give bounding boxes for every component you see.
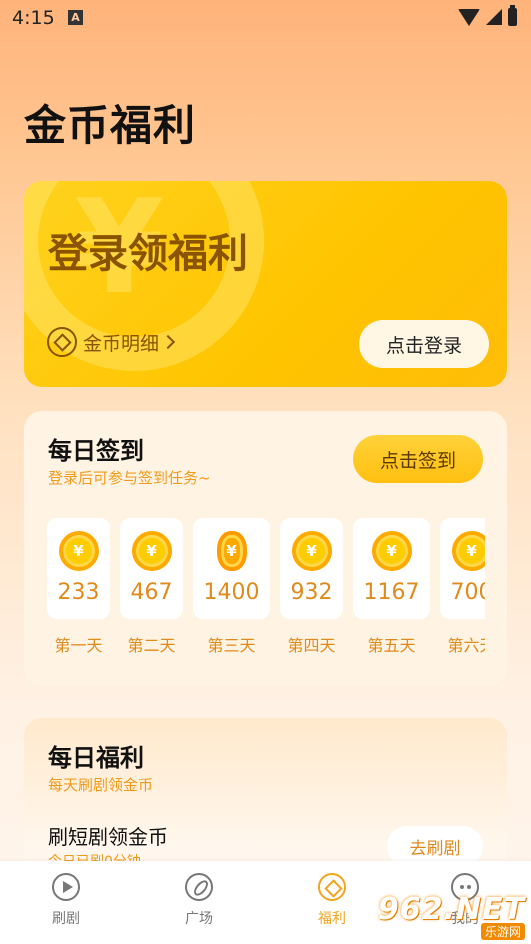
watch-drama-button[interactable]: 去刷剧	[387, 826, 483, 866]
login-heading: 登录领福利	[48, 231, 248, 277]
page-title: 金币福利	[24, 101, 197, 150]
checkin-day: ¥ 932 第四天	[280, 518, 343, 656]
coin-icon: ¥	[58, 531, 99, 571]
login-button[interactable]: 点击登录	[359, 320, 489, 368]
play-icon	[52, 873, 80, 901]
checkin-day: ¥ 233 第一天	[47, 518, 110, 656]
day-value: 932	[290, 580, 333, 605]
coin-icon: ¥	[131, 531, 172, 571]
nav-item-welfare[interactable]: 福利	[292, 873, 372, 928]
task-title: 刷短剧领金币	[48, 825, 168, 849]
day-label: 第五天	[367, 636, 416, 655]
nav-label: 广场	[185, 911, 213, 927]
status-bar: 4:15 A	[0, 0, 531, 38]
status-time: 4:15	[12, 7, 55, 29]
checkin-day: ¥ 700 第六天	[440, 518, 485, 656]
checkin-day: ¥ 467 第二天	[120, 518, 183, 656]
coin-icon: ¥	[371, 531, 412, 571]
day-tile: ¥ 932	[280, 518, 343, 619]
day-value: 700	[450, 580, 486, 605]
day-value: 1167	[363, 580, 420, 605]
day-label: 第四天	[287, 636, 336, 655]
checkin-day: ¥ 1400 第三天	[193, 518, 270, 656]
status-icons	[458, 5, 517, 26]
chevron-right-icon	[160, 334, 176, 350]
day-label: 第一天	[54, 636, 103, 655]
day-tile: ¥ 467	[120, 518, 183, 619]
watermark-logo: 962.NET 乐游网	[378, 892, 525, 940]
coin-icon	[47, 327, 77, 357]
checkin-button[interactable]: 点击签到	[353, 435, 483, 483]
checkin-subtitle: 登录后可参与签到任务~	[48, 469, 211, 487]
nav-item-drama[interactable]: 刷剧	[26, 873, 106, 928]
day-label: 第二天	[127, 636, 176, 655]
checkin-card: 每日签到 登录后可参与签到任务~ 点击签到 ¥ 233 第一天 ¥ 467 第二…	[24, 411, 507, 686]
coin-icon: ¥	[216, 531, 247, 571]
checkin-days-row[interactable]: ¥ 233 第一天 ¥ 467 第二天 ¥ 1400 第三天 ¥ 932 第四天	[47, 518, 485, 668]
signal-icon	[486, 9, 502, 25]
day-tile: ¥ 1400	[193, 518, 270, 619]
compass-icon	[185, 873, 213, 901]
nav-label: 刷剧	[52, 911, 80, 927]
watermark-sub: 乐游网	[480, 923, 525, 940]
welfare-subtitle: 每天刷剧领金币	[48, 776, 154, 794]
checkin-title: 每日签到	[48, 437, 144, 465]
nav-item-square[interactable]: 广场	[159, 873, 239, 928]
watermark-main: 962.NET	[377, 892, 525, 927]
coin-detail-link[interactable]: 金币明细	[47, 327, 176, 357]
day-label: 第三天	[207, 636, 256, 655]
day-value: 1400	[203, 580, 260, 605]
welfare-title: 每日福利	[48, 744, 144, 772]
battery-icon	[508, 5, 517, 26]
day-tile: ¥ 233	[47, 518, 110, 619]
login-card: ¥ 登录领福利 金币明细 点击登录	[24, 181, 507, 387]
nav-label: 福利	[318, 911, 346, 927]
wifi-icon	[458, 8, 480, 26]
coin-detail-label: 金币明细	[83, 332, 160, 355]
coin-icon: ¥	[291, 531, 332, 571]
day-tile: ¥ 700	[440, 518, 485, 619]
day-value: 467	[130, 580, 173, 605]
day-tile: ¥ 1167	[353, 518, 430, 619]
checkin-day: ¥ 1167 第五天	[353, 518, 430, 656]
day-label: 第六天	[447, 636, 485, 655]
day-value: 233	[57, 580, 100, 605]
coin-icon	[318, 873, 346, 901]
coin-icon: ¥	[451, 531, 485, 571]
notification-icon: A	[68, 10, 83, 25]
